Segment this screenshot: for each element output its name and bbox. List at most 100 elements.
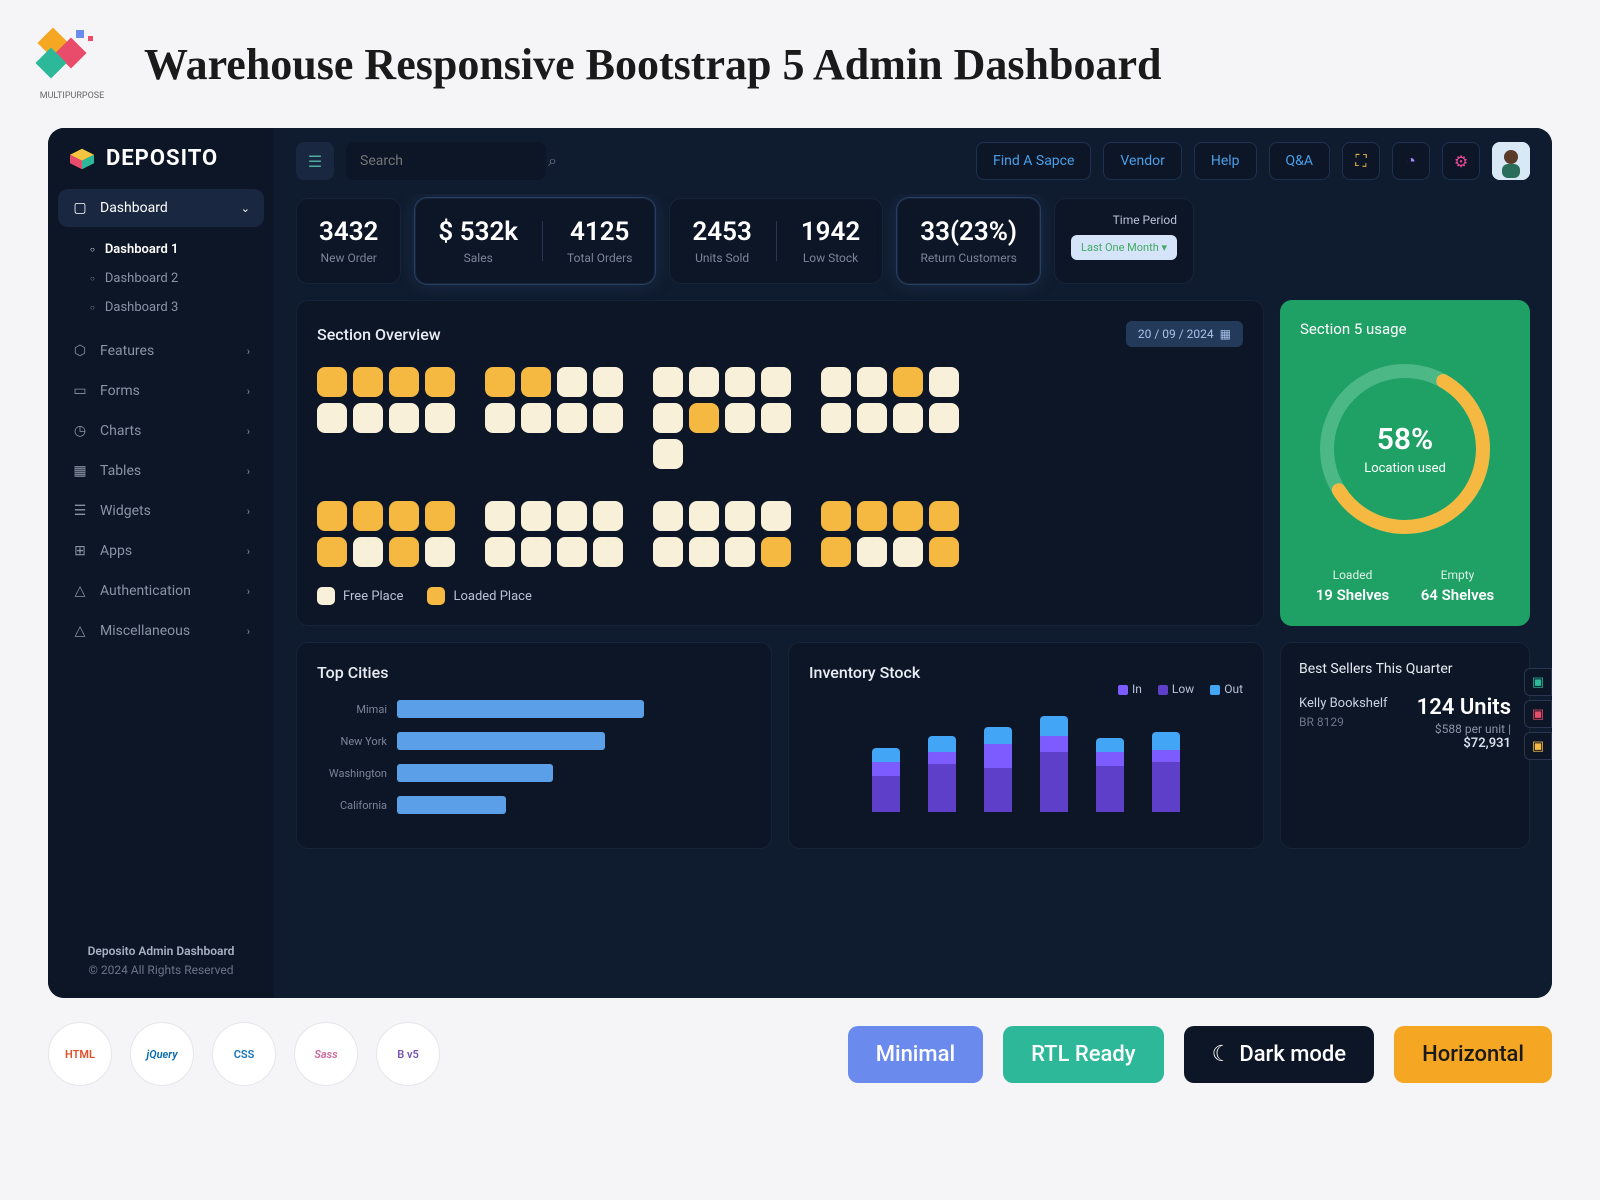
- shelf-cell[interactable]: [557, 367, 587, 397]
- shelf-cell[interactable]: [557, 537, 587, 567]
- shelf-cell[interactable]: [425, 403, 455, 433]
- shelf-cell[interactable]: [929, 537, 959, 567]
- sidebar-item-tables[interactable]: ▦Tables›: [58, 452, 264, 490]
- tag-dark[interactable]: ☾Dark mode: [1184, 1026, 1375, 1083]
- shelf-cell[interactable]: [353, 537, 383, 567]
- notifications-button[interactable]: ◔: [1392, 142, 1430, 180]
- sidebar-item-authentication[interactable]: △Authentication›: [58, 572, 264, 610]
- shelf-cell[interactable]: [821, 501, 851, 531]
- shelf-cell[interactable]: [389, 403, 419, 433]
- shelf-cell[interactable]: [761, 501, 791, 531]
- shelf-cell[interactable]: [389, 501, 419, 531]
- help-button[interactable]: Help: [1194, 142, 1257, 180]
- shelf-cell[interactable]: [425, 537, 455, 567]
- shelf-cell[interactable]: [893, 367, 923, 397]
- shelf-cell[interactable]: [689, 501, 719, 531]
- shelf-cell[interactable]: [317, 367, 347, 397]
- shelf-cell[interactable]: [557, 501, 587, 531]
- menu-toggle-button[interactable]: ☰: [296, 142, 334, 180]
- qa-button[interactable]: Q&A: [1269, 142, 1330, 180]
- shelf-cell[interactable]: [821, 367, 851, 397]
- shelf-cell[interactable]: [353, 367, 383, 397]
- tag-minimal[interactable]: Minimal: [848, 1026, 983, 1083]
- sidebar-sub-dashboard-2[interactable]: Dashboard 2: [76, 264, 274, 293]
- shelf-cell[interactable]: [485, 367, 515, 397]
- shelf-cell[interactable]: [821, 403, 851, 433]
- shelf-cell[interactable]: [521, 403, 551, 433]
- shelf-cell[interactable]: [521, 367, 551, 397]
- shelf-cell[interactable]: [557, 403, 587, 433]
- shelf-cell[interactable]: [521, 537, 551, 567]
- shelf-cell[interactable]: [389, 537, 419, 567]
- tag-horizontal[interactable]: Horizontal: [1394, 1026, 1552, 1083]
- shelf-cell[interactable]: [593, 537, 623, 567]
- shelf-cell[interactable]: [761, 537, 791, 567]
- shelf-cell[interactable]: [821, 537, 851, 567]
- shelf-cell[interactable]: [761, 403, 791, 433]
- shelf-cell[interactable]: [689, 367, 719, 397]
- shelf-cell[interactable]: [485, 501, 515, 531]
- shelf-cell[interactable]: [317, 501, 347, 531]
- search-box[interactable]: ⌕: [346, 142, 546, 180]
- shelf-cell[interactable]: [425, 367, 455, 397]
- shelf-cell[interactable]: [929, 403, 959, 433]
- usage-card: Section 5 usage 58% Location used Loaded…: [1280, 300, 1530, 626]
- shelf-cell[interactable]: [857, 367, 887, 397]
- shelf-cell[interactable]: [893, 501, 923, 531]
- sidebar-item-charts[interactable]: ◷Charts›: [58, 412, 264, 450]
- shelf-cell[interactable]: [593, 501, 623, 531]
- shelf-cell[interactable]: [653, 501, 683, 531]
- shelf-cell[interactable]: [653, 439, 683, 469]
- shelf-cell[interactable]: [893, 403, 923, 433]
- shelf-cell[interactable]: [725, 537, 755, 567]
- shelf-cell[interactable]: [653, 403, 683, 433]
- float-tab-1[interactable]: ▣: [1524, 668, 1552, 696]
- sidebar-item-miscellaneous[interactable]: △Miscellaneous›: [58, 612, 264, 650]
- shelf-cell[interactable]: [353, 403, 383, 433]
- shelf-cell[interactable]: [857, 501, 887, 531]
- sidebar-item-features[interactable]: ⬡Features›: [58, 332, 264, 370]
- shelf-cell[interactable]: [725, 501, 755, 531]
- time-period-select[interactable]: Last One Month ▾: [1071, 235, 1177, 260]
- shelf-cell[interactable]: [857, 537, 887, 567]
- shelf-cell[interactable]: [761, 367, 791, 397]
- overview-date-picker[interactable]: 20 / 09 / 2024▦: [1126, 321, 1243, 347]
- search-input[interactable]: [360, 153, 538, 169]
- shelf-cell[interactable]: [653, 367, 683, 397]
- sidebar-item-widgets[interactable]: ☰Widgets›: [58, 492, 264, 530]
- float-tab-2[interactable]: ▣: [1524, 700, 1552, 728]
- float-tab-3[interactable]: ▣: [1524, 732, 1552, 760]
- shelf-cell[interactable]: [593, 403, 623, 433]
- shelf-cell[interactable]: [725, 367, 755, 397]
- shelf-cell[interactable]: [857, 403, 887, 433]
- shelf-cell[interactable]: [317, 537, 347, 567]
- shelf-cell[interactable]: [521, 501, 551, 531]
- shelf-cell[interactable]: [689, 403, 719, 433]
- sidebar-item-apps[interactable]: ⊞Apps›: [58, 532, 264, 570]
- shelf-cell[interactable]: [929, 367, 959, 397]
- shelf-cell[interactable]: [689, 537, 719, 567]
- sidebar-item-dashboard[interactable]: ▢Dashboard⌄: [58, 189, 264, 227]
- shelf-cell[interactable]: [317, 403, 347, 433]
- shelf-cell[interactable]: [725, 403, 755, 433]
- find-space-button[interactable]: Find A Sapce: [976, 142, 1091, 180]
- fullscreen-button[interactable]: ⛶: [1342, 142, 1380, 180]
- shelf-cell[interactable]: [593, 367, 623, 397]
- shelf-cell[interactable]: [389, 367, 419, 397]
- tag-rtl[interactable]: RTL Ready: [1003, 1026, 1164, 1083]
- sidebar-sub-dashboard-3[interactable]: Dashboard 3: [76, 293, 274, 322]
- sidebar-sub-dashboard-1[interactable]: Dashboard 1: [76, 235, 274, 264]
- user-avatar[interactable]: [1492, 142, 1530, 180]
- shelf-cell[interactable]: [929, 501, 959, 531]
- shelf-cell[interactable]: [485, 403, 515, 433]
- shelf-cell[interactable]: [425, 501, 455, 531]
- brand[interactable]: DEPOSITO: [48, 146, 274, 189]
- shelf-cell[interactable]: [485, 537, 515, 567]
- shelf-cell[interactable]: [893, 537, 923, 567]
- shelf-cell[interactable]: [653, 537, 683, 567]
- vendor-button[interactable]: Vendor: [1103, 142, 1181, 180]
- settings-button[interactable]: ⚙: [1442, 142, 1480, 180]
- legend-in: In: [1118, 682, 1142, 696]
- sidebar-item-forms[interactable]: ▭Forms›: [58, 372, 264, 410]
- shelf-cell[interactable]: [353, 501, 383, 531]
